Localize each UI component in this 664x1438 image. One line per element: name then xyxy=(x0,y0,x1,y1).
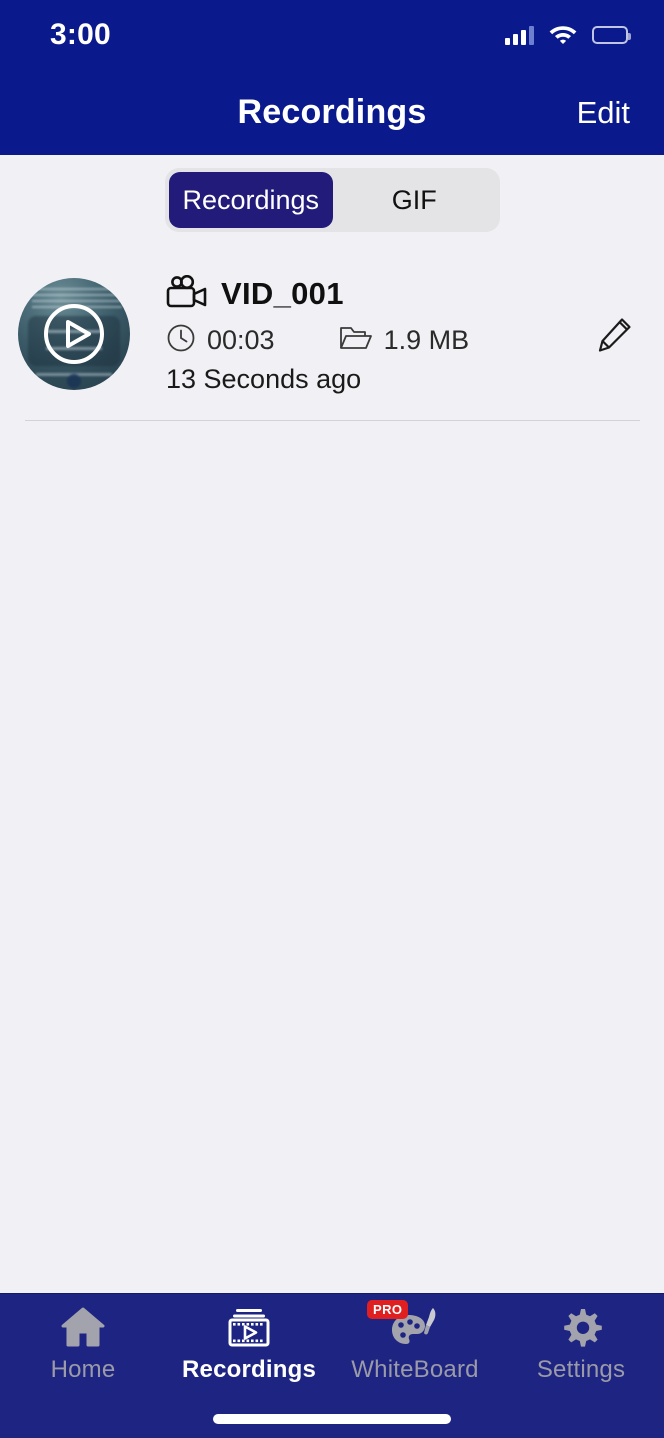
recording-duration: 00:03 xyxy=(207,324,275,355)
wifi-icon xyxy=(548,22,578,49)
recording-list-item[interactable]: VID_001 00:03 1.9 MB 13 Seconds ago xyxy=(0,270,664,400)
tab-home-label: Home xyxy=(50,1356,116,1383)
cellular-signal-icon xyxy=(505,25,534,45)
play-circle-icon[interactable] xyxy=(42,302,106,366)
status-bar-icons xyxy=(505,22,631,49)
edit-button[interactable]: Edit xyxy=(577,95,630,131)
list-divider xyxy=(25,420,640,421)
tab-recordings-label: Recordings xyxy=(181,1356,317,1383)
tab-home[interactable]: Home xyxy=(0,1304,166,1394)
bottom-tab-bar: Home Recordings PRO WhiteBoard Settings xyxy=(0,1293,664,1438)
tab-settings[interactable]: Settings xyxy=(498,1304,664,1394)
recording-title-row: VID_001 xyxy=(166,270,469,318)
film-strip-play-icon xyxy=(226,1304,272,1350)
recording-details: VID_001 00:03 1.9 MB 13 Seconds ago xyxy=(166,270,469,395)
status-bar-time: 3:00 xyxy=(50,18,111,51)
recording-stats-row: 00:03 1.9 MB xyxy=(166,318,469,362)
navigation-bar: Recordings Edit xyxy=(0,70,664,155)
tab-whiteboard[interactable]: PRO WhiteBoard xyxy=(332,1300,498,1394)
gear-icon xyxy=(558,1304,604,1350)
pencil-icon xyxy=(595,314,635,357)
home-indicator[interactable] xyxy=(213,1414,451,1424)
paint-palette-brush-icon: PRO xyxy=(367,1300,441,1350)
segment-gif[interactable]: GIF xyxy=(333,172,497,228)
recording-size: 1.9 MB xyxy=(383,324,470,355)
tab-recordings[interactable]: Recordings xyxy=(166,1304,332,1394)
pro-badge: PRO xyxy=(367,1300,409,1319)
folder-icon xyxy=(339,324,373,357)
segmented-control[interactable]: Recordings GIF xyxy=(165,168,500,232)
video-camera-icon xyxy=(166,274,208,314)
recording-timestamp: 13 Seconds ago xyxy=(166,364,362,394)
segment-recordings[interactable]: Recordings xyxy=(169,172,333,228)
clock-icon xyxy=(166,323,196,358)
status-bar: 3:00 xyxy=(0,0,664,70)
battery-low-icon xyxy=(592,26,631,44)
tab-settings-label: Settings xyxy=(536,1356,626,1383)
home-icon xyxy=(60,1304,106,1350)
app-header: 3:00 Recordings Edit xyxy=(0,0,664,155)
tab-whiteboard-label: WhiteBoard xyxy=(351,1356,479,1383)
recording-name: VID_001 xyxy=(221,276,344,311)
video-thumbnail[interactable] xyxy=(18,278,130,390)
page-title: Recordings xyxy=(237,93,427,131)
rename-recording-button[interactable] xyxy=(588,308,642,362)
